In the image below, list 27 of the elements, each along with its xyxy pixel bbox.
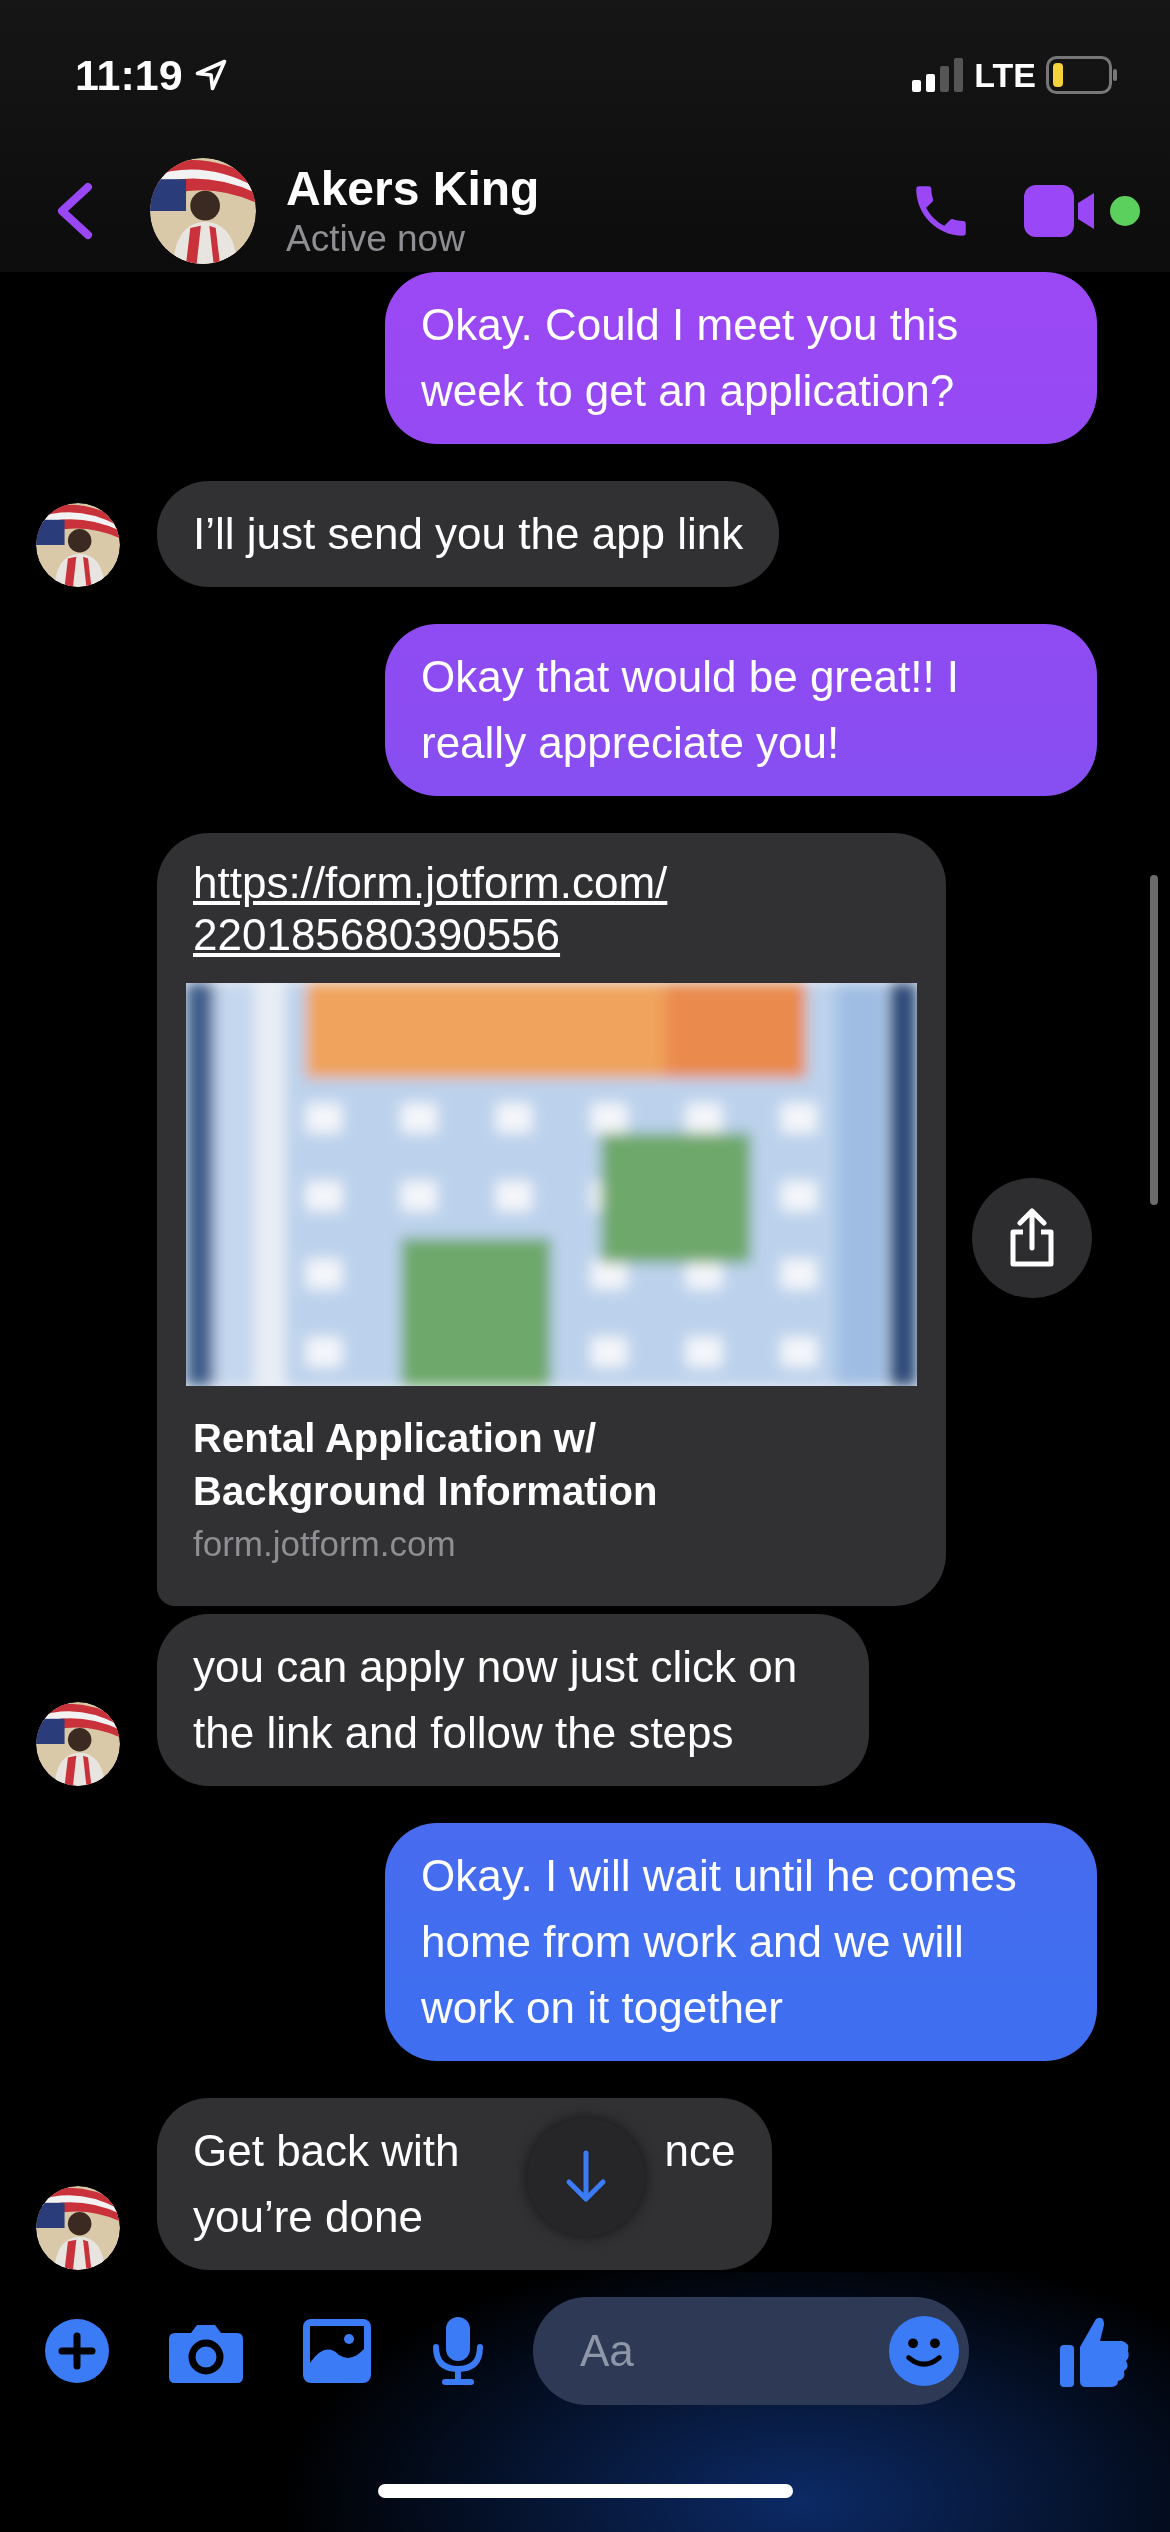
- microphone-button[interactable]: [431, 2317, 485, 2385]
- battery-icon: [1046, 56, 1118, 94]
- signal-icon: [912, 58, 965, 92]
- gallery-button[interactable]: [303, 2319, 371, 2383]
- message-text: you’re done: [193, 2192, 423, 2241]
- message-bubble: you can apply now just click on the link and follow the steps: [157, 1614, 869, 1786]
- link-title: Rental Application w/ Background Information: [192, 1415, 659, 1515]
- link-preview-card[interactable]: https://form.jotform.com/ 220185680390556 Rental Application w/ Background Information form.jotform.com: [157, 833, 946, 1606]
- message-bubble: I’ll just send you the app link: [157, 481, 780, 587]
- clock: 11:19: [75, 50, 183, 100]
- message-field-box[interactable]: Aa: [533, 2297, 969, 2405]
- add-button[interactable]: [45, 2319, 109, 2383]
- link-domain: form.jotform.com: [192, 1523, 457, 1565]
- video-camera-icon[interactable]: [1024, 185, 1096, 237]
- message-bubble: Okay. Could I meet you this week to get an application?: [385, 272, 1097, 444]
- network-label: LTE: [974, 55, 1036, 95]
- emoji-icon[interactable]: [889, 2316, 959, 2386]
- thumbs-up-icon[interactable]: [1060, 2315, 1130, 2387]
- message-bubble: Okay that would be great!! I really appreciate you!: [385, 624, 1097, 796]
- scroll-bar[interactable]: [1150, 875, 1158, 1205]
- contact-name: Akers King: [286, 161, 541, 217]
- message-text: Get back with: [193, 2126, 460, 2175]
- message-bubble: Okay. I will wait until he comes home from work and we will work on it together: [385, 1823, 1097, 2061]
- link[interactable]: https://form.jotform.com/ 220185680390556: [157, 857, 946, 983]
- message-text: nce: [664, 2126, 736, 2175]
- message-field[interactable]: Aa: [578, 2325, 889, 2377]
- contact-status: Active now: [286, 217, 466, 261]
